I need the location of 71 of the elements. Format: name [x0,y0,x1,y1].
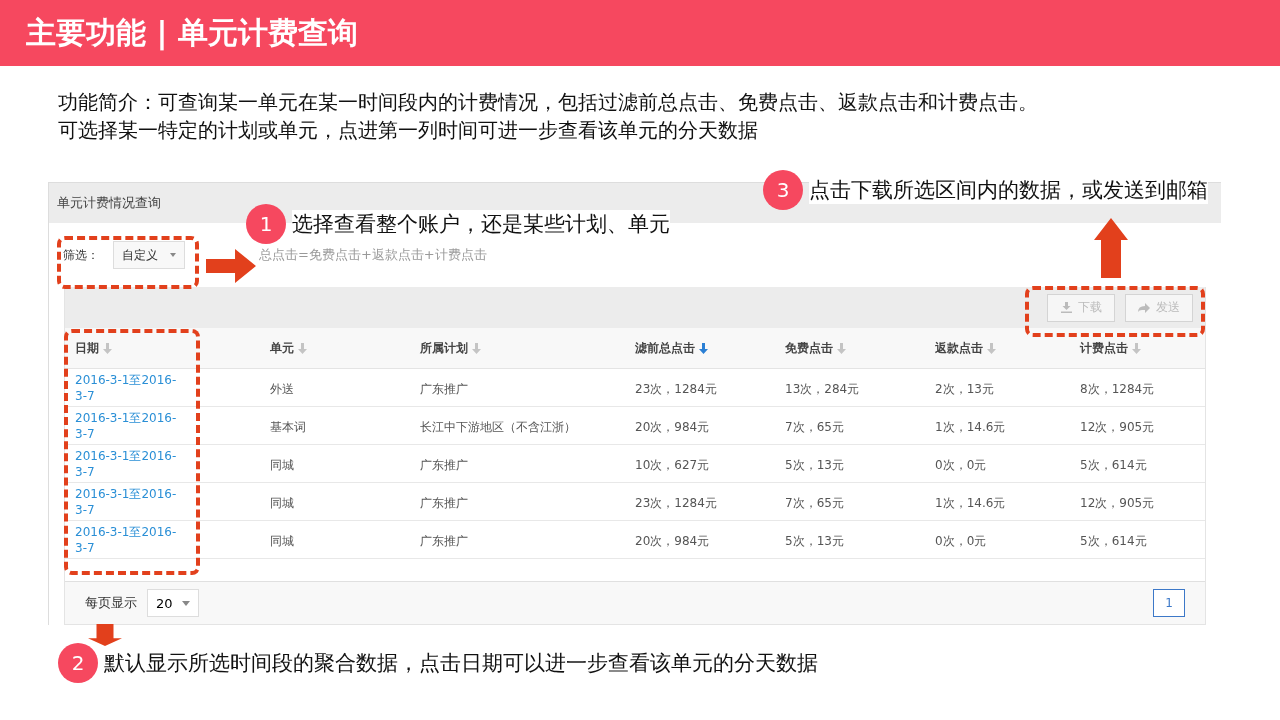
table-cell: 7次，65元 [785,495,844,510]
intro-text: 可选择某一特定的计划或单元，点进第一列时间可进一步查看该单元的分天数据 [58,117,759,144]
column-header[interactable]: 所属计划 [420,339,468,357]
panel-title: 单元计费情况查询 [57,194,161,212]
callout-text: 默认显示所选时间段的聚合数据，点击日期可以进一步查看该单元的分天数据 [104,649,818,677]
step-number-badge: 2 [58,643,98,683]
down-arrow-icon [88,624,122,646]
table-cell: 12次，905元 [1080,419,1155,434]
date-link[interactable]: 2016-3-1至2016-3-7 [75,371,183,404]
column-header[interactable]: 滤前总点击 [635,339,695,357]
sort-arrow-icon[interactable] [1132,342,1141,354]
table-cell: 2次，13元 [935,381,994,396]
table-cell: 0次，0元 [935,533,987,548]
table-cell: 广东推广 [420,533,468,548]
table-cell: 广东推广 [420,457,468,472]
page-size-dropdown[interactable]: 20 [147,589,199,617]
table-cell: 23次，1284元 [635,495,717,510]
sort-arrow-icon[interactable] [298,342,307,354]
table-cell: 1次，14.6元 [935,419,1006,434]
table-cell: 20次，984元 [635,533,710,548]
callout-text: 点击下载所选区间内的数据，或发送到邮箱 [809,176,1208,204]
column-header[interactable]: 计费点击 [1080,339,1128,357]
table-cell: 8次，1284元 [1080,381,1155,396]
table-cell: 广东推广 [420,495,468,510]
callout-text: 选择查看整个账户，还是某些计划、单元 [292,210,670,238]
caret-icon [170,253,176,257]
caret-icon [182,600,190,606]
sort-arrow-icon[interactable] [987,342,996,354]
table-cell: 外送 [270,381,294,396]
date-link[interactable]: 2016-3-1至2016-3-7 [75,523,183,556]
page-size-label: 每页显示 [85,594,137,612]
arrow-icon [1138,302,1150,313]
page-button[interactable]: 1 [1153,589,1185,617]
download-icon [1060,302,1072,313]
table-cell: 0次，0元 [935,457,987,472]
table-cell: 12次，905元 [1080,495,1155,510]
column-header[interactable]: 返款点击 [935,339,983,357]
table-cell: 5次，13元 [785,533,844,548]
sort-arrow-icon[interactable] [103,342,112,354]
table-cell: 7次，65元 [785,419,844,434]
table-cell: 20次，984元 [635,419,710,434]
table-cell: 同城 [270,533,294,548]
column-header[interactable]: 单元 [270,339,294,357]
table-cell: 13次，284元 [785,381,860,396]
table-cell: 1次，14.6元 [935,495,1006,510]
filter-label: 筛选： [63,246,99,264]
sort-arrow-icon[interactable] [699,342,708,354]
table-cell: 5次，614元 [1080,457,1147,472]
table-cell: 长江中下游地区（不含江浙） [420,419,576,434]
table-cell: 23次，1284元 [635,381,717,396]
table-cell: 基本词 [270,419,306,434]
table-cell: 同城 [270,495,294,510]
intro-text: 功能简介：可查询某一单元在某一时间段内的计费情况，包括过滤前总点击、免费点击、返款点击和计费点击。 [58,89,1039,116]
up-arrow-icon [1094,218,1128,278]
sort-arrow-icon[interactable] [837,342,846,354]
table-cell: 10次，627元 [635,457,710,472]
column-header[interactable]: 免费点击 [785,339,833,357]
step-number-badge: 3 [763,170,803,210]
formula-text: 总点击=免费点击+返款点击+计费点击 [259,246,487,264]
slide-title: 主要功能 | 单元计费查询 [26,13,358,53]
sort-arrow-icon[interactable] [472,342,481,354]
date-link[interactable]: 2016-3-1至2016-3-7 [75,485,183,518]
date-link[interactable]: 2016-3-1至2016-3-7 [75,447,183,480]
table-cell: 同城 [270,457,294,472]
right-arrow-icon [206,249,256,283]
filter-dropdown[interactable]: 自定义 [113,241,185,269]
column-header[interactable]: 日期 [75,339,99,357]
table-cell: 5次，13元 [785,457,844,472]
date-link[interactable]: 2016-3-1至2016-3-7 [75,409,183,442]
table-cell: 5次，614元 [1080,533,1147,548]
table-cell: 广东推广 [420,381,468,396]
